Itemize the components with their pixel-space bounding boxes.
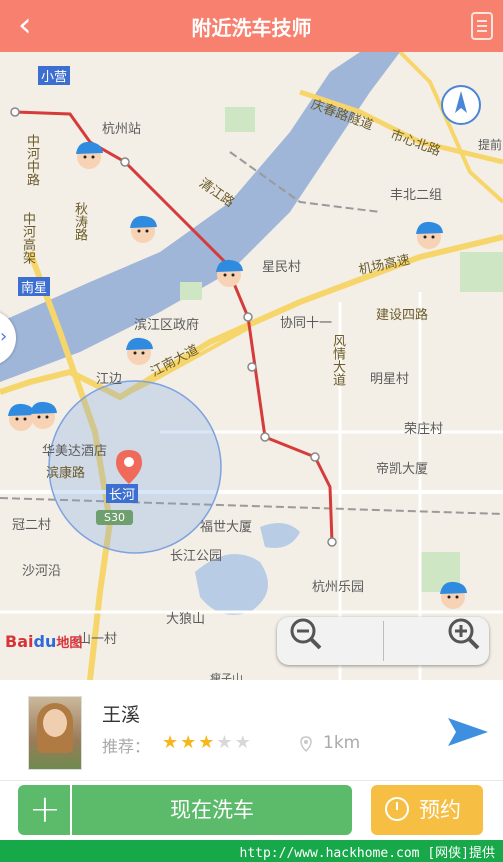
current-location-icon (116, 450, 142, 484)
add-button[interactable]: + (18, 785, 70, 835)
wash-now-button[interactable]: 现在洗车 (72, 785, 352, 835)
map-label: 提前 (478, 138, 503, 152)
map-label: 协同十一 (280, 316, 333, 331)
map-label: 华美达酒店 (42, 444, 108, 459)
map-label: 长江公园 (170, 549, 223, 564)
location-pin-icon (300, 736, 312, 752)
map-label: 瘦子山 (210, 672, 243, 680)
map-view[interactable]: 小营 杭州站 中河中路 中河高架 秋涛路 清江路 南星 庆春路隧道 市心北路 丰… (0, 52, 503, 680)
technician-avatar-icon[interactable] (126, 212, 160, 246)
recommend-label: 推荐： (102, 737, 151, 756)
map-label: 帝凯大厦 (376, 462, 429, 477)
header-bar: ‹ 附近洗车技师 (0, 0, 503, 52)
map-label: 福世大厦 (200, 520, 253, 535)
zoom-out-icon[interactable] (289, 617, 323, 651)
map-label: 杭州乐园 (312, 580, 365, 595)
plus-icon: + (29, 787, 61, 831)
map-label: 荣庄村 (404, 422, 444, 437)
list-view-button[interactable] (471, 12, 493, 40)
technician-card[interactable]: 王溪 推荐： ★★★★★ 1km (0, 680, 503, 780)
map-label: 明星村 (370, 372, 410, 387)
technician-avatar-icon[interactable] (212, 256, 246, 290)
map-label: 中河中路 (24, 134, 39, 186)
map-label: 杭州站 (102, 122, 142, 137)
star-icon: ★ (198, 732, 217, 753)
clock-icon (385, 797, 409, 821)
technician-avatar-icon[interactable] (72, 138, 106, 172)
technician-avatar-icon[interactable] (412, 218, 446, 252)
star-icon: ★ (162, 732, 181, 753)
map-label: 建设四路 (376, 308, 429, 323)
highway-shield: S30 (96, 510, 133, 525)
map-label: 滨康路 (46, 466, 86, 481)
map-label: 风情大道 (330, 334, 345, 386)
map-label: 滨江区政府 (134, 318, 200, 333)
map-label: 中河高架 (20, 212, 35, 264)
zoom-in-icon[interactable] (447, 617, 481, 651)
technician-avatar-icon[interactable] (122, 334, 156, 368)
map-label: 秋涛路 (72, 202, 87, 241)
map-label: 南星 (18, 277, 51, 296)
list-icon (477, 20, 487, 22)
distance-value: 1km (323, 733, 361, 753)
book-button[interactable]: 预约 (371, 785, 483, 835)
star-icon: ★ (180, 732, 199, 753)
map-label: 丰北二组 (390, 188, 443, 203)
map-label: 沙河沿 (22, 564, 62, 579)
map-label: 小营 (38, 66, 71, 85)
divider (0, 780, 503, 781)
rating-stars: ★★★★★ (162, 732, 253, 753)
locate-button[interactable] (441, 85, 481, 125)
star-icon: ★ (216, 732, 235, 753)
map-label: 星民村 (262, 260, 302, 275)
navigate-arrow-icon[interactable] (446, 714, 490, 750)
map-label: 冠二村 (12, 518, 52, 533)
map-label: 大狼山 (166, 612, 206, 627)
map-label: 长河 (106, 484, 139, 503)
star-icon: ★ (234, 732, 253, 753)
map-label: 江边 (96, 372, 123, 387)
zoom-control (277, 617, 489, 665)
page-title: 附近洗车技师 (191, 16, 312, 40)
avatar (28, 696, 82, 770)
book-label: 预约 (419, 798, 461, 822)
zoom-divider (383, 621, 384, 661)
map-label: 山一村 (78, 632, 118, 647)
technician-avatar-icon[interactable] (26, 398, 60, 432)
watermark-text: http://www.hackhome.com [网侠]提供 (239, 846, 496, 861)
technician-avatar-icon[interactable] (436, 578, 470, 612)
compass-icon (455, 91, 467, 113)
technician-name: 王溪 (102, 704, 141, 726)
baidu-logo: Baidu地图 (5, 632, 83, 651)
footer-bar: http://www.hackhome.com [网侠]提供 (0, 840, 503, 862)
